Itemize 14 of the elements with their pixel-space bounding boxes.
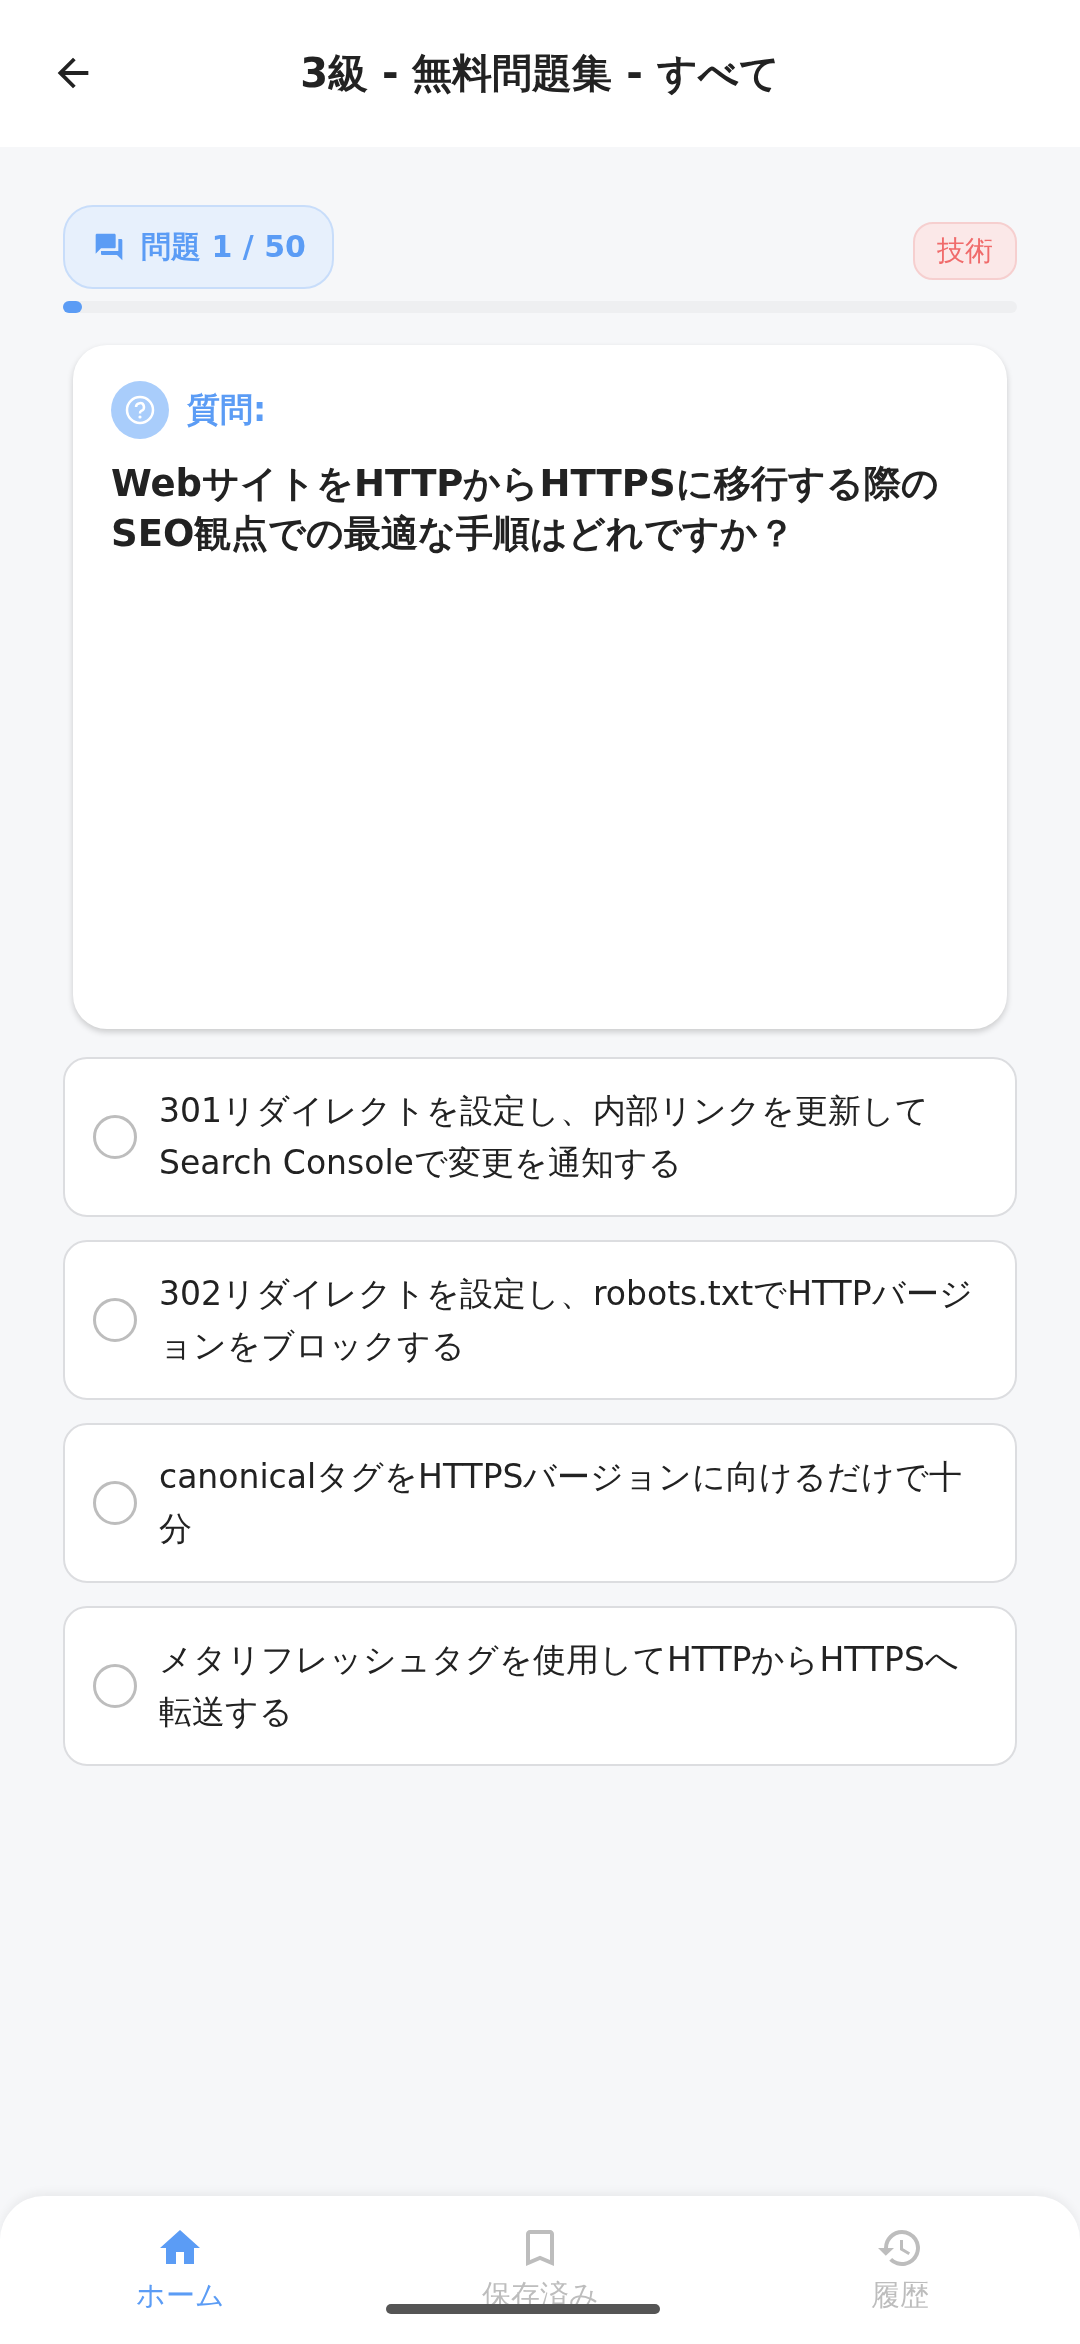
answer-option[interactable]: 302リダイレクトを設定し、robots.txtでHTTPバージョンをブロックする: [63, 1240, 1017, 1400]
question-text: WebサイトをHTTPからHTTPSに移行する際のSEO観点での最適な手順はどれですか？: [111, 461, 940, 557]
radio-button[interactable]: [93, 1481, 137, 1525]
help-icon: [111, 381, 169, 439]
radio-button[interactable]: [93, 1115, 137, 1159]
category-tag: 技術: [913, 222, 1017, 280]
question-counter-badge: 問題 1 / 50: [63, 205, 334, 289]
radio-button[interactable]: [93, 1664, 137, 1708]
answer-option[interactable]: canonicalタグをHTTPSバージョンに向けるだけで十分: [63, 1423, 1017, 1583]
radio-button[interactable]: [93, 1298, 137, 1342]
page-title: 3級 - 無料問題集 - すべて: [300, 49, 780, 98]
answer-option[interactable]: メタリフレッシュタグを使用してHTTPからHTTPSへ転送する: [63, 1606, 1017, 1766]
answer-option[interactable]: 301リダイレクトを設定し、内部リンクを更新してSearch Consoleで変更を通知する: [63, 1057, 1017, 1217]
question-heading: 質問:: [187, 388, 267, 431]
